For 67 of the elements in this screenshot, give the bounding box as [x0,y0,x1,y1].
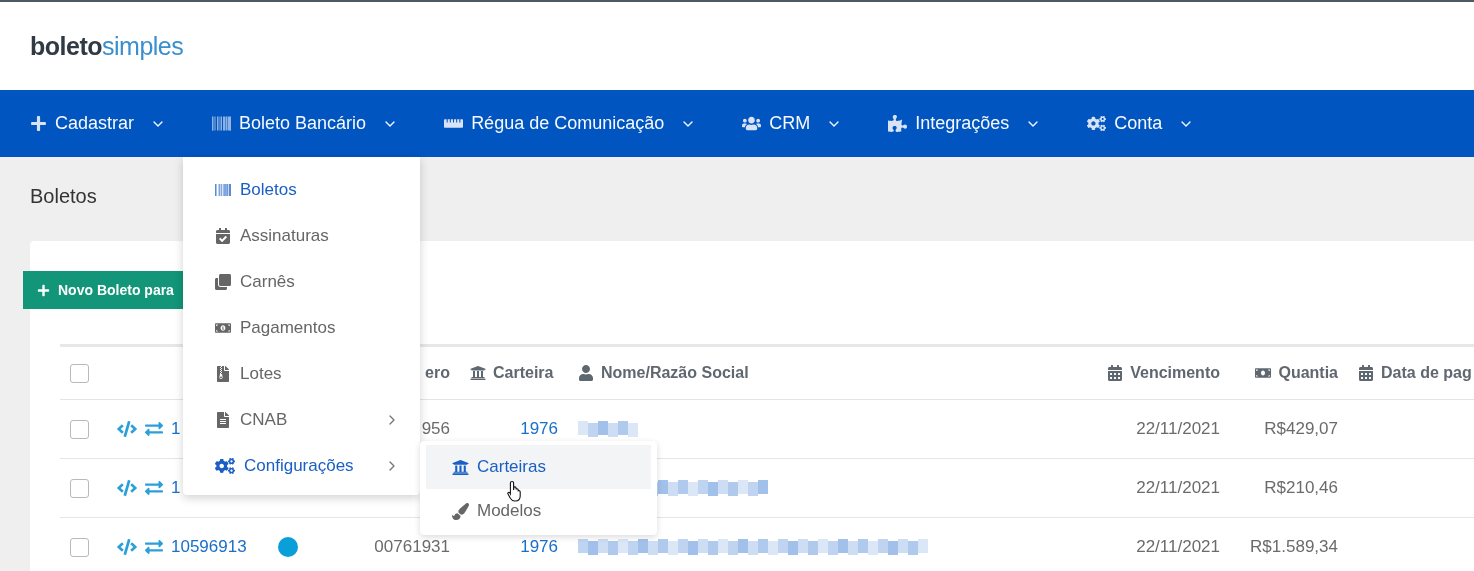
menu-item[interactable]: Lotes [183,351,420,397]
menu-item[interactable]: Modelos [426,489,651,533]
users-icon [742,114,762,133]
table-cell-text: R$1.589,34 [1249,537,1339,557]
nav-menu-item[interactable]: Boleto Bancário [212,113,399,134]
boleto-id-link[interactable]: 1 [171,419,181,439]
plus-icon [30,115,47,132]
boleto-id-link[interactable]: 10596913 [171,537,247,557]
banknote-icon [215,320,231,336]
archive-file-icon [215,366,231,382]
exchange-icon[interactable] [145,538,163,556]
bank-icon [470,365,486,381]
table-cell-text: 956 [420,419,451,439]
gears-icon [1087,114,1107,133]
calendar-icon [1107,365,1124,381]
code-icon[interactable] [117,419,137,439]
plus-icon [37,283,50,297]
code-icon[interactable] [117,537,137,557]
bank-icon [452,458,469,476]
menu-item[interactable]: Carteiras [426,445,651,489]
user-icon [578,365,594,381]
table-cell-text: R$210,46 [1263,478,1339,498]
page-title: Boletos [30,185,97,207]
copy-icon [215,274,231,290]
column-header[interactable]: Data de pag [1348,364,1474,382]
brush-icon [452,502,469,520]
checkbox[interactable] [70,419,89,439]
new-boleto-button[interactable]: Novo Boleto para [23,271,185,309]
nav-menu-item[interactable]: CRM [742,113,843,134]
boleto-id-link[interactable]: 1 [171,478,181,498]
blurred-text [578,421,638,437]
barcode-icon [215,182,231,198]
column-header[interactable]: Vencimento [1090,364,1230,382]
banknote-icon [1255,365,1272,381]
puzzle-icon [888,114,908,133]
column-header[interactable]: Nome/Razão Social [568,364,1090,382]
table-cell-text: R$429,07 [1263,419,1339,439]
exchange-icon[interactable] [145,420,163,438]
menu-item[interactable]: Carnês [183,259,420,305]
calendar-check-icon [215,228,231,244]
code-icon[interactable] [117,478,137,498]
calendar-icon [1358,365,1374,381]
gears-icon [215,456,235,476]
wallet-link[interactable]: 1976 [510,419,568,439]
barcode-icon [212,114,232,133]
table-cell-text: 22/11/2021 [1135,537,1221,557]
logo[interactable]: boletosimples [30,31,184,61]
checkbox[interactable] [70,363,89,383]
menu-item[interactable]: Pagamentos [183,305,420,351]
column-header[interactable]: Quantia [1230,364,1348,382]
checkbox[interactable] [70,537,89,557]
nav-menu-item[interactable]: Cadastrar [30,113,167,134]
table-cell-text: 22/11/2021 [1135,419,1221,439]
menu-item[interactable]: Assinaturas [183,213,420,259]
nav-menu-item[interactable]: Conta [1087,113,1195,134]
menu-item[interactable]: Boletos [183,167,420,213]
wallet-link[interactable]: 1976 [510,537,568,557]
menu-item[interactable]: Configurações [183,443,420,489]
exchange-icon[interactable] [145,479,163,497]
nav-menu-item[interactable]: Régua de Comunicação [444,113,697,134]
checkbox[interactable] [70,478,89,498]
menu-item[interactable]: CNAB [183,397,420,443]
table-cell-text: 22/11/2021 [1135,478,1221,498]
nav-menu-item[interactable]: Integrações [888,113,1042,134]
column-header[interactable]: Carteira [460,364,568,382]
table-cell-text: 00761931 [373,537,451,557]
file-icon [215,412,231,428]
